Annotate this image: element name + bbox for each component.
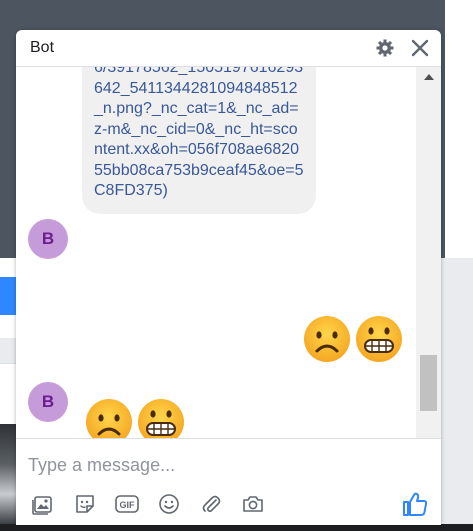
message-scrollbar[interactable] <box>416 67 441 470</box>
background-right-column <box>441 258 473 531</box>
avatar-initial: B <box>41 392 55 411</box>
chat-header[interactable]: Bot <box>16 30 441 67</box>
background-page-panel <box>445 0 473 258</box>
close-icon[interactable] <box>409 37 431 59</box>
message-composer: GIF <box>16 438 441 525</box>
incoming-message-text[interactable]: 6/39178562_1505197616293642_541134428109… <box>94 67 306 202</box>
message-input[interactable] <box>28 453 408 477</box>
like-icon[interactable] <box>400 489 430 519</box>
background-bottom-bar <box>0 524 473 531</box>
chat-window: Bot 6/39178562_1505197616293642_54113442… <box>16 30 441 525</box>
attachment-icon[interactable] <box>198 491 224 517</box>
outgoing-emoji-message[interactable] <box>302 314 404 364</box>
scrollbar-thumb[interactable] <box>420 355 437 411</box>
sticker-icon[interactable] <box>72 491 98 517</box>
grimacing-face-emoji <box>356 316 402 362</box>
avatar[interactable]: B <box>28 219 68 259</box>
avatar-initial: B <box>41 229 55 248</box>
gif-label: GIF <box>120 500 136 510</box>
emoji-icon[interactable] <box>156 491 182 517</box>
camera-icon[interactable] <box>240 491 266 517</box>
chat-title[interactable]: Bot <box>30 39 54 57</box>
incoming-message-bubble[interactable]: 6/39178562_1505197616293642_541134428109… <box>82 67 316 214</box>
scroll-up-arrow-icon[interactable] <box>416 69 441 85</box>
message-list[interactable]: 6/39178562_1505197616293642_541134428109… <box>16 67 416 470</box>
gif-icon[interactable]: GIF <box>114 491 140 517</box>
photo-icon[interactable] <box>30 491 56 517</box>
avatar[interactable]: B <box>28 382 68 422</box>
gear-icon[interactable] <box>374 37 396 59</box>
frowning-face-emoji <box>304 316 350 362</box>
